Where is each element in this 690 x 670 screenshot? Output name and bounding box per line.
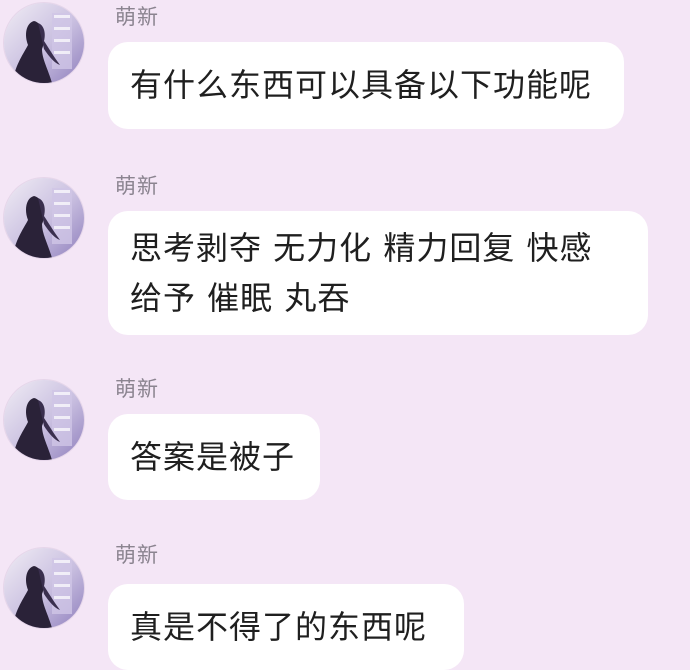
message-text: 给予 催眠 丸吞 xyxy=(130,279,351,317)
girl-silhouette-avatar-icon xyxy=(4,3,84,83)
chat-message: 萌新 答案是被子 xyxy=(0,370,690,505)
message-text: 答案是被子 xyxy=(130,438,296,476)
chat-message: 萌新 真是不得了的东西呢 xyxy=(0,538,690,670)
message-bubble: 真是不得了的东西呢 xyxy=(108,584,464,670)
girl-silhouette-avatar-icon xyxy=(4,548,84,628)
message-bubble: 思考剥夺 无力化 精力回复 快感 给予 催眠 丸吞 xyxy=(108,211,648,335)
sender-name: 萌新 xyxy=(115,5,159,29)
avatar[interactable] xyxy=(4,380,84,460)
message-bubble: 答案是被子 xyxy=(108,414,320,500)
chat-message: 萌新 思考剥夺 无力化 精力回复 快感 给予 催眠 丸吞 xyxy=(0,165,690,340)
message-text: 真是不得了的东西呢 xyxy=(130,608,428,646)
chat-thread: 萌新 有什么东西可以具备以下功能呢 萌新 思考剥夺 无力化 精力回复 快感 给予… xyxy=(0,0,690,670)
avatar[interactable] xyxy=(4,3,84,83)
sender-name: 萌新 xyxy=(115,377,159,401)
girl-silhouette-avatar-icon xyxy=(4,380,84,460)
avatar[interactable] xyxy=(4,548,84,628)
girl-silhouette-avatar-icon xyxy=(4,178,84,258)
chat-message: 萌新 有什么东西可以具备以下功能呢 xyxy=(0,0,690,130)
message-bubble: 有什么东西可以具备以下功能呢 xyxy=(108,42,624,129)
message-text: 思考剥夺 无力化 精力回复 快感 xyxy=(130,229,593,267)
message-text: 有什么东西可以具备以下功能呢 xyxy=(130,66,593,104)
avatar[interactable] xyxy=(4,178,84,258)
sender-name: 萌新 xyxy=(115,174,159,198)
sender-name: 萌新 xyxy=(115,543,159,567)
